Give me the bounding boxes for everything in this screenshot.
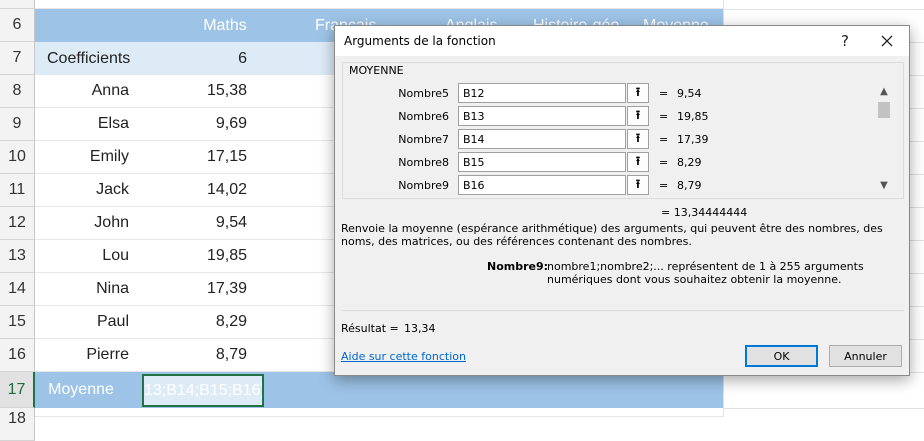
maths-grade[interactable]: 17,15 xyxy=(147,141,255,173)
argument-row: Nombre5 B12 ⭱ = 9,54 xyxy=(335,83,875,105)
student-name[interactable]: Paul xyxy=(35,306,135,338)
help-icon[interactable]: ? xyxy=(825,28,865,54)
formula-edit-cell[interactable]: 13;B14;B15;B16) xyxy=(142,374,264,407)
argument-result: 19,85 xyxy=(677,110,709,123)
close-icon[interactable] xyxy=(867,28,907,54)
dialog-titlebar[interactable]: Arguments de la fonction ? xyxy=(335,26,909,56)
equals-sign: = xyxy=(659,133,669,146)
collapse-dialog-icon[interactable]: ⭱ xyxy=(627,129,649,149)
row-header[interactable]: 14 xyxy=(0,273,35,306)
row-header[interactable]: 11 xyxy=(0,174,35,207)
argument-label: Nombre8 xyxy=(398,156,449,169)
maths-grade[interactable]: 14,02 xyxy=(147,174,255,206)
argument-label: Nombre5 xyxy=(398,87,449,100)
argument-input[interactable]: B15 xyxy=(458,152,626,172)
argument-label: Nombre6 xyxy=(398,110,449,123)
row-header[interactable]: 9 xyxy=(0,108,35,141)
formula-total: = 13,34444444 xyxy=(661,206,748,219)
row-header[interactable]: 8 xyxy=(0,75,35,108)
student-name[interactable]: John xyxy=(35,207,135,239)
arguments-scrollbar[interactable]: ▲ ▼ xyxy=(875,84,893,192)
student-name[interactable]: Jack xyxy=(35,174,135,206)
row-header[interactable]: 15 xyxy=(0,306,35,339)
argument-result: 9,54 xyxy=(677,87,702,100)
equals-sign: = xyxy=(659,156,669,169)
student-name[interactable]: Nina xyxy=(35,273,135,305)
scroll-thumb[interactable] xyxy=(878,102,890,118)
student-name[interactable]: Pierre xyxy=(35,339,135,371)
function-help-link[interactable]: Aide sur cette fonction xyxy=(341,350,466,363)
sheet-row[interactable] xyxy=(35,408,723,417)
average-row[interactable]: Moyenne xyxy=(35,372,723,408)
argument-help-text: nombre1;nombre2;... représentent de 1 à … xyxy=(547,260,864,286)
row-header[interactable]: 6 xyxy=(0,9,35,42)
row-header[interactable]: 12 xyxy=(0,207,35,240)
scroll-up-icon[interactable]: ▲ xyxy=(875,84,893,98)
maths-grade[interactable]: 8,29 xyxy=(147,306,255,338)
argument-label: Nombre7 xyxy=(398,133,449,146)
argument-row: Nombre9 B16 ⭱ = 8,79 xyxy=(335,175,875,197)
ok-button[interactable]: OK xyxy=(745,345,818,367)
collapse-dialog-icon[interactable]: ⭱ xyxy=(627,106,649,126)
argument-row: Nombre8 B15 ⭱ = 8,29 xyxy=(335,152,875,174)
equals-sign: = xyxy=(659,179,669,192)
argument-result: 17,39 xyxy=(677,133,709,146)
column-header-maths[interactable]: Maths xyxy=(175,9,275,42)
student-name[interactable]: Anna xyxy=(35,75,135,107)
maths-grade[interactable]: 19,85 xyxy=(147,240,255,272)
divider xyxy=(342,310,904,311)
cancel-button[interactable]: Annuler xyxy=(829,345,902,367)
argument-row: Nombre7 B14 ⭱ = 17,39 xyxy=(335,129,875,151)
maths-grade[interactable]: 8,79 xyxy=(147,339,255,371)
row-header[interactable]: 10 xyxy=(0,141,35,174)
function-arguments-dialog: Arguments de la fonction ? MOYENNE Nombr… xyxy=(334,25,910,376)
collapse-dialog-icon[interactable]: ⭱ xyxy=(627,152,649,172)
function-name: MOYENNE xyxy=(347,64,406,77)
coefficient-maths[interactable]: 6 xyxy=(147,42,255,75)
collapse-dialog-icon[interactable]: ⭱ xyxy=(627,83,649,103)
row-header[interactable]: 18 xyxy=(0,408,35,441)
argument-input[interactable]: B13 xyxy=(458,106,626,126)
result-label: Résultat = xyxy=(341,322,399,335)
row-header[interactable]: 5 xyxy=(0,0,35,9)
argument-label: Nombre9 xyxy=(398,179,449,192)
argument-input[interactable]: B12 xyxy=(458,83,626,103)
argument-row: Nombre6 B13 ⭱ = 19,85 xyxy=(335,106,875,128)
collapse-dialog-icon[interactable]: ⭱ xyxy=(627,175,649,195)
maths-grade[interactable]: 9,69 xyxy=(147,108,255,140)
student-name[interactable]: Elsa xyxy=(35,108,135,140)
average-label[interactable]: Moyenne xyxy=(35,372,135,408)
maths-grade[interactable]: 9,54 xyxy=(147,207,255,239)
sheet-row[interactable] xyxy=(35,0,723,9)
maths-grade[interactable]: 15,38 xyxy=(147,75,255,107)
maths-grade[interactable]: 17,39 xyxy=(147,273,255,305)
row-header[interactable]: 7 xyxy=(0,42,35,75)
dialog-title: Arguments de la fonction xyxy=(344,34,496,48)
student-name[interactable]: Lou xyxy=(35,240,135,272)
formula-text: 13;B14;B15;B16) xyxy=(144,381,264,399)
student-name[interactable]: Emily xyxy=(35,141,135,173)
equals-sign: = xyxy=(659,110,669,123)
equals-sign: = xyxy=(659,87,669,100)
coefficients-label[interactable]: Coefficients xyxy=(35,42,135,75)
argument-result: 8,79 xyxy=(677,179,702,192)
argument-input[interactable]: B16 xyxy=(458,175,626,195)
result-value: 13,34 xyxy=(404,322,436,335)
function-description: Renvoie la moyenne (espérance arithmétiq… xyxy=(341,222,883,248)
argument-input[interactable]: B14 xyxy=(458,129,626,149)
row-header-active[interactable]: 17 xyxy=(0,372,35,408)
argument-result: 8,29 xyxy=(677,156,702,169)
row-header[interactable]: 16 xyxy=(0,339,35,372)
row-header[interactable]: 13 xyxy=(0,240,35,273)
row-gridline xyxy=(723,408,924,409)
scroll-down-icon[interactable]: ▼ xyxy=(875,178,893,192)
argument-help-name: Nombre9: xyxy=(487,260,549,273)
row-gridline xyxy=(723,9,924,10)
